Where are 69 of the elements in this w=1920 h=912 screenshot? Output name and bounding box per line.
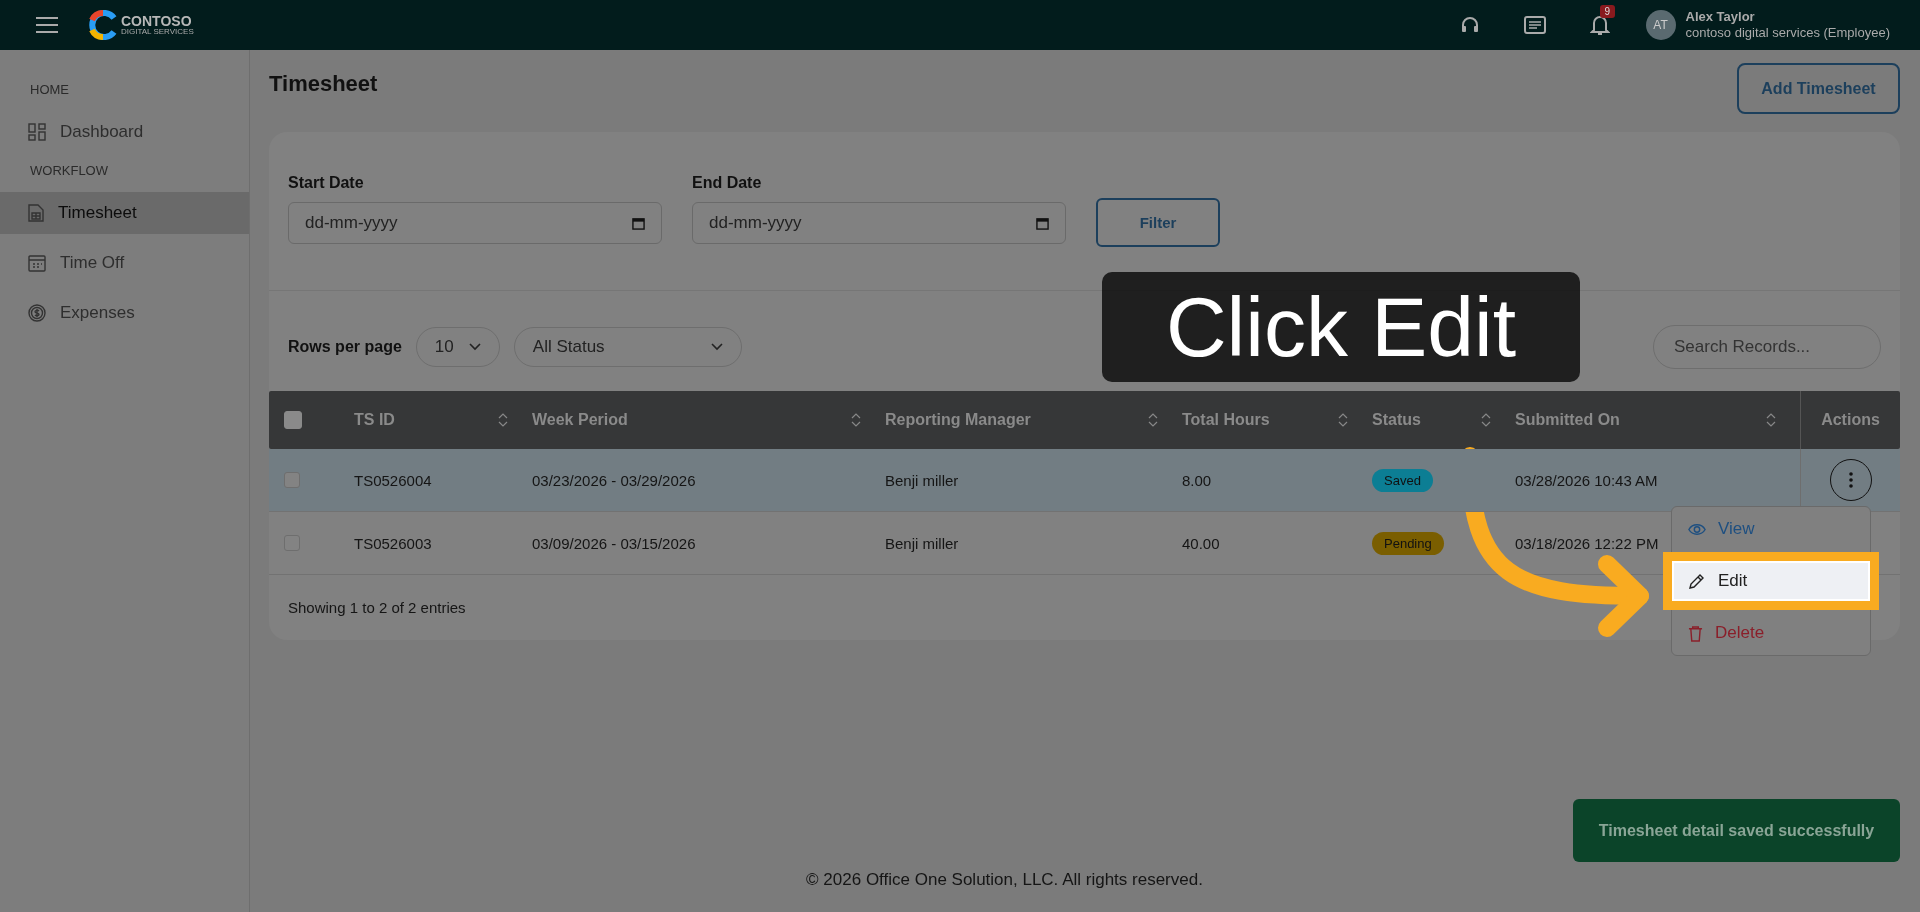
select-all-checkbox[interactable] [284, 411, 302, 429]
date-label: Start Date [288, 174, 365, 193]
guide-caption: Click Edit [1102, 272, 1580, 382]
column-header[interactable]: Total Hours [1182, 391, 1372, 449]
dollar-coin-icon [28, 304, 46, 322]
table-cell: 8.00 [1182, 471, 1212, 489]
column-header[interactable]: Week Period [532, 391, 885, 449]
sidebar-section-title: HOME [29, 82, 70, 97]
copyright-text: © 2026 Office One Solution, LLC. All rights reserved. [806, 870, 1203, 889]
chevron-down-icon [710, 343, 723, 351]
table-cell: 03/18/2026 12:22 PM [1515, 534, 1659, 552]
date-field[interactable]: dd-mm-yyyy [692, 202, 1066, 245]
calendar-icon[interactable] [1036, 216, 1049, 230]
table-cell: 40.00 [1182, 534, 1220, 552]
sidebar-item[interactable]: Expenses [0, 292, 249, 334]
more-vertical-icon [1848, 472, 1853, 488]
sort-icon[interactable] [851, 412, 861, 428]
column-header[interactable]: Submitted On [1515, 391, 1800, 449]
grid-icon [28, 123, 46, 141]
table-cell: TS0526003 [354, 534, 432, 552]
avatar[interactable]: AT [1645, 10, 1676, 40]
sort-icon[interactable] [1148, 412, 1158, 428]
column-header[interactable]: Status [1372, 391, 1515, 449]
calendar-icon [28, 254, 46, 272]
status-badge: Pending [1372, 531, 1444, 555]
page-title: Timesheet [269, 71, 378, 97]
table-cell: 03/23/2026 - 03/29/2026 [532, 471, 696, 489]
pencil-icon [1688, 572, 1706, 590]
column-header[interactable]: Reporting Manager [885, 391, 1182, 449]
logo-name: CONTOSO [121, 14, 193, 28]
rows-per-page-label: Rows per page [288, 338, 402, 356]
sort-icon[interactable] [1338, 412, 1348, 428]
trash-icon [1688, 624, 1703, 642]
message-icon[interactable] [1523, 16, 1546, 34]
sidebar-item[interactable]: Dashboard [0, 111, 249, 153]
status-badge: Saved [1372, 468, 1433, 492]
menu-item[interactable]: View [1672, 509, 1870, 549]
user-organization: contoso digital services (Employee) [1685, 25, 1890, 41]
calendar-icon[interactable] [632, 216, 645, 230]
date-field[interactable]: dd-mm-yyyy [288, 202, 662, 245]
search-field[interactable]: Search Records... [1653, 325, 1881, 369]
sort-icon[interactable] [498, 412, 508, 428]
table-cell: TS0526004 [354, 471, 432, 489]
chevron-down-icon [468, 343, 481, 351]
sidebar-section-title: WORKFLOW [29, 163, 109, 178]
logo-icon [88, 10, 118, 40]
eye-icon [1688, 522, 1706, 536]
add-timesheet-button[interactable]: Add Timesheet [1737, 63, 1900, 114]
sidebar-item[interactable]: Time Off [0, 242, 249, 284]
sidebar-item[interactable]: Timesheet [0, 192, 249, 234]
table-cell: 03/28/2026 10:43 AM [1515, 471, 1658, 489]
bell-icon[interactable] [1589, 14, 1610, 36]
menu-item[interactable]: Delete [1672, 613, 1870, 653]
headset-icon[interactable] [1459, 15, 1480, 35]
notification-badge: 9 [1599, 5, 1616, 18]
table-cell: Benji miller [885, 471, 959, 489]
sort-icon[interactable] [1766, 412, 1776, 428]
filter-button[interactable]: Filter [1096, 198, 1220, 248]
date-label: End Date [692, 174, 763, 193]
table-cell: Benji miller [885, 534, 959, 552]
logo-tagline: DIGITAL SERVICES [121, 28, 194, 36]
user-name: Alex Taylor [1685, 9, 1756, 25]
success-toast: Timesheet detail saved successfully [1573, 799, 1900, 862]
sort-icon[interactable] [1481, 412, 1491, 428]
spreadsheet-icon [28, 204, 44, 222]
menu-icon[interactable] [36, 16, 58, 34]
column-header[interactable]: TS ID [354, 391, 532, 449]
table-cell: 03/09/2026 - 03/15/2026 [532, 534, 696, 552]
entries-summary: Showing 1 to 2 of 2 entries [288, 599, 466, 616]
